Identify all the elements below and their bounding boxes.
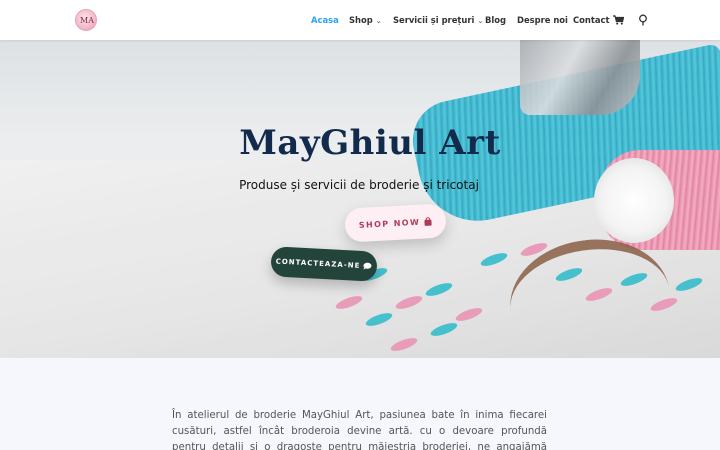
nav-item-servicii-label: Servicii și prețuri (393, 15, 475, 25)
chevron-down-icon: ⌄ (375, 17, 382, 25)
shop-now-button[interactable]: SHOP NOW (344, 203, 447, 243)
chevron-down-icon: ⌄ (477, 17, 484, 25)
chat-bubble-icon (363, 262, 372, 270)
nav-item-shop[interactable]: Shop ⌄ (349, 15, 382, 25)
about-paragraph: În atelierul de broderie MayGhiul Art, p… (172, 410, 547, 450)
hero-subtitle: Produse și servicii de broderie și trico… (239, 178, 479, 192)
about-section: În atelierul de broderie MayGhiul Art, p… (0, 358, 720, 450)
cart-icon[interactable] (613, 15, 624, 25)
search-icon[interactable] (638, 14, 648, 26)
nav-item-blog[interactable]: Blog (485, 15, 506, 25)
nav-item-despre-noi[interactable]: Despre noi (517, 15, 568, 25)
shop-now-label: SHOP NOW (358, 217, 421, 230)
site-logo[interactable]: MA (75, 9, 97, 31)
nav-item-servicii[interactable]: Servicii și prețuri ⌄ (393, 15, 483, 25)
shopping-bag-icon (424, 216, 432, 226)
contact-button-label: CONTACTEAZA-NE (275, 257, 361, 270)
nav-item-shop-label: Shop (349, 15, 373, 25)
contact-button[interactable]: CONTACTEAZA-NE (270, 246, 378, 282)
site-header: MA Acasa Shop ⌄ Servicii și prețuri ⌄ Blog… (0, 0, 720, 40)
logo-mark: MA (80, 16, 94, 25)
nav-item-acasa[interactable]: Acasa (311, 15, 339, 25)
hero-overlay (0, 40, 720, 358)
hero-title: MayGhiul Art (239, 123, 501, 163)
nav-item-contact[interactable]: Contact (573, 15, 610, 25)
hero-section: MayGhiul Art Produse și servicii de brod… (0, 40, 720, 358)
